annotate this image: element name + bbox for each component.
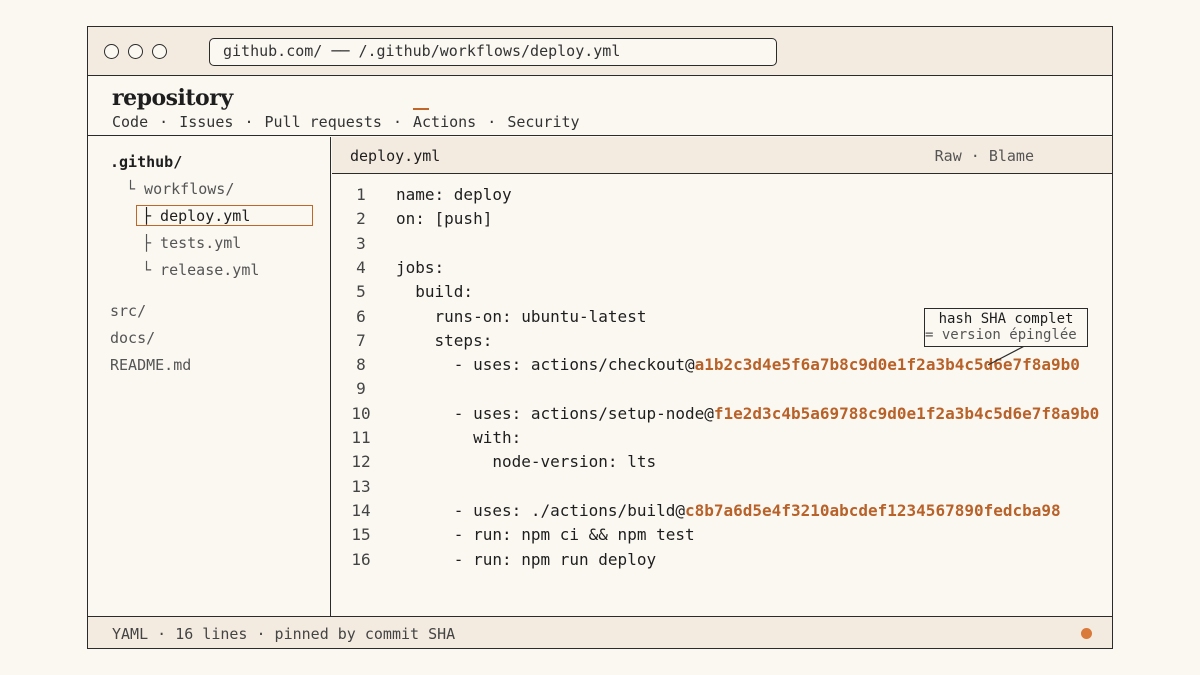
code-text: - run: npm ci && npm test	[396, 525, 695, 545]
repo-title: repository	[112, 85, 233, 111]
code-line: 4 jobs:	[332, 258, 1112, 282]
line-code: build:	[396, 282, 473, 301]
nav-separator: ·	[159, 113, 169, 131]
line-number[interactable]: 9	[346, 379, 376, 398]
tab-issues[interactable]: Issues	[179, 113, 233, 131]
annotation-subtitle: = version épinglée	[925, 327, 1077, 343]
line-code: - uses: actions/checkout@a1b2c3d4e5f6a7b…	[396, 355, 1080, 374]
annotation-title: hash SHA complet	[938, 311, 1074, 327]
line-code: name: deploy	[396, 185, 512, 204]
line-number[interactable]: 14	[346, 501, 376, 520]
commit-sha: f1e2d3c4b5a69788c9d0e1f2a3b4c5d6e7f8a9b0	[713, 403, 1100, 423]
browser-window: github.com/ ── /.github/workflows/deploy…	[87, 26, 1113, 649]
repo-nav: Code · Issues · Pull requests · Actions …	[112, 113, 580, 131]
blame-button[interactable]: Blame	[989, 147, 1034, 165]
line-number[interactable]: 1	[346, 185, 376, 204]
line-number[interactable]: 6	[346, 307, 376, 326]
code-line: 8 - uses: actions/checkout@a1b2c3d4e5f6a…	[332, 355, 1112, 379]
code-line: 16 - run: npm run deploy	[332, 550, 1112, 574]
code-line: 2 on: [push]	[332, 209, 1112, 233]
code-line: 11 with:	[332, 428, 1112, 452]
nav-separator: ·	[392, 113, 402, 131]
window-minimize-dot[interactable]	[128, 44, 143, 59]
sha-annotation: hash SHA complet = version épinglée	[924, 308, 1088, 347]
tree-item[interactable]: ├ tests.yml	[142, 234, 241, 252]
file-tree-sidebar: .github/ └ workflows/ ├ deploy.yml ├ tests.…	[88, 137, 331, 616]
code-line: 10 - uses: actions/setup-node@f1e2d3c4b5…	[332, 404, 1112, 428]
line-number[interactable]: 4	[346, 258, 376, 277]
actions-separator: ·	[970, 147, 980, 165]
code-text: on: [push]	[396, 209, 493, 229]
code-text: jobs:	[396, 257, 445, 277]
code-text: - uses: actions/setup-node@	[396, 403, 714, 423]
line-code: runs-on: ubuntu-latest	[396, 306, 647, 326]
line-code: with:	[396, 428, 521, 447]
tab-code[interactable]: Code	[112, 113, 148, 131]
browser-titlebar: github.com/ ── /.github/workflows/deploy…	[88, 27, 1112, 76]
line-number[interactable]: 3	[346, 234, 376, 253]
code-text: name: deploy	[396, 185, 512, 204]
code-editor: deploy.yml Raw · Blame 1 name: deploy 2 on:…	[332, 137, 1112, 616]
tree-item[interactable]: .github/	[110, 153, 182, 171]
tab-security[interactable]: Security	[507, 113, 579, 131]
code-text: node-version: lts	[396, 452, 657, 472]
nav-separator: ·	[244, 113, 254, 131]
code-text: - run: npm run deploy	[396, 549, 657, 569]
code-line: 14 - uses: ./actions/build@c8b7a6d5e4f32…	[332, 501, 1112, 525]
tab-pull-requests[interactable]: Pull requests	[265, 113, 382, 131]
line-number[interactable]: 15	[346, 525, 376, 544]
tree-item[interactable]: └ release.yml	[142, 261, 259, 279]
code-line: 3	[332, 234, 1112, 258]
code-line: 12 node-version: lts	[332, 452, 1112, 476]
line-number[interactable]: 7	[346, 331, 376, 350]
file-tab[interactable]: deploy.yml	[350, 147, 440, 165]
repo-header: repository Code · Issues · Pull requests…	[88, 77, 1112, 136]
line-number[interactable]: 16	[346, 550, 376, 569]
address-bar[interactable]: github.com/ ── /.github/workflows/deploy…	[209, 38, 777, 66]
code-line: 13	[332, 477, 1112, 501]
line-code: on: [push]	[396, 209, 492, 228]
tree-item[interactable]: docs/	[110, 329, 155, 347]
status-indicator-dot	[1081, 628, 1092, 639]
line-number[interactable]: 13	[346, 477, 376, 496]
code-line: 1 name: deploy	[332, 185, 1112, 209]
window-maximize-dot[interactable]	[152, 44, 167, 59]
code-line: 15 - run: npm ci && npm test	[332, 525, 1112, 549]
nav-separator: ·	[487, 113, 497, 131]
code-text: runs-on: ubuntu-latest	[396, 306, 647, 326]
tree-item[interactable]: ├ deploy.yml	[142, 207, 250, 225]
tab-actions[interactable]: Actions	[413, 113, 476, 131]
line-number[interactable]: 11	[346, 428, 376, 447]
line-code: steps:	[396, 330, 493, 350]
code-text: steps:	[396, 330, 493, 350]
commit-sha: a1b2c3d4e5f6a7b8c9d0e1f2a3b4c5d6e7f8a9b0	[694, 355, 1080, 375]
editor-header: deploy.yml Raw · Blame	[332, 137, 1112, 174]
line-number[interactable]: 2	[346, 209, 376, 228]
code-text: - uses: actions/checkout@	[396, 355, 695, 375]
file-actions: Raw · Blame	[935, 147, 1034, 165]
raw-button[interactable]: Raw	[935, 147, 962, 165]
code-line: 5 build:	[332, 282, 1112, 306]
code-text: build:	[396, 282, 474, 302]
window-close-dot[interactable]	[104, 44, 119, 59]
line-code: - run: npm run deploy	[396, 550, 656, 569]
commit-sha: c8b7a6d5e4f3210abcdef1234567890fedcba98	[684, 500, 1061, 520]
line-number[interactable]: 5	[346, 282, 376, 301]
line-code: - run: npm ci && npm test	[396, 525, 695, 544]
tree-item[interactable]: └ workflows/	[126, 180, 234, 198]
tree-item[interactable]: README.md	[110, 356, 191, 374]
line-number[interactable]: 10	[346, 404, 376, 423]
line-number[interactable]: 12	[346, 452, 376, 471]
line-code: - uses: ./actions/build@c8b7a6d5e4f3210a…	[396, 501, 1061, 520]
line-code: - uses: actions/setup-node@f1e2d3c4b5a69…	[396, 404, 1099, 423]
code-text: with:	[396, 428, 522, 447]
line-code: node-version: lts	[396, 452, 656, 471]
status-bar: YAML · 16 lines · pinned by commit SHA	[88, 616, 1112, 648]
line-number[interactable]: 8	[346, 355, 376, 374]
tree-item[interactable]: src/	[110, 302, 146, 320]
code-text: - uses: ./actions/build@	[396, 500, 685, 520]
status-text: YAML · 16 lines · pinned by commit SHA	[112, 625, 456, 643]
code-line: 9	[332, 379, 1112, 403]
line-code: jobs:	[396, 258, 444, 277]
